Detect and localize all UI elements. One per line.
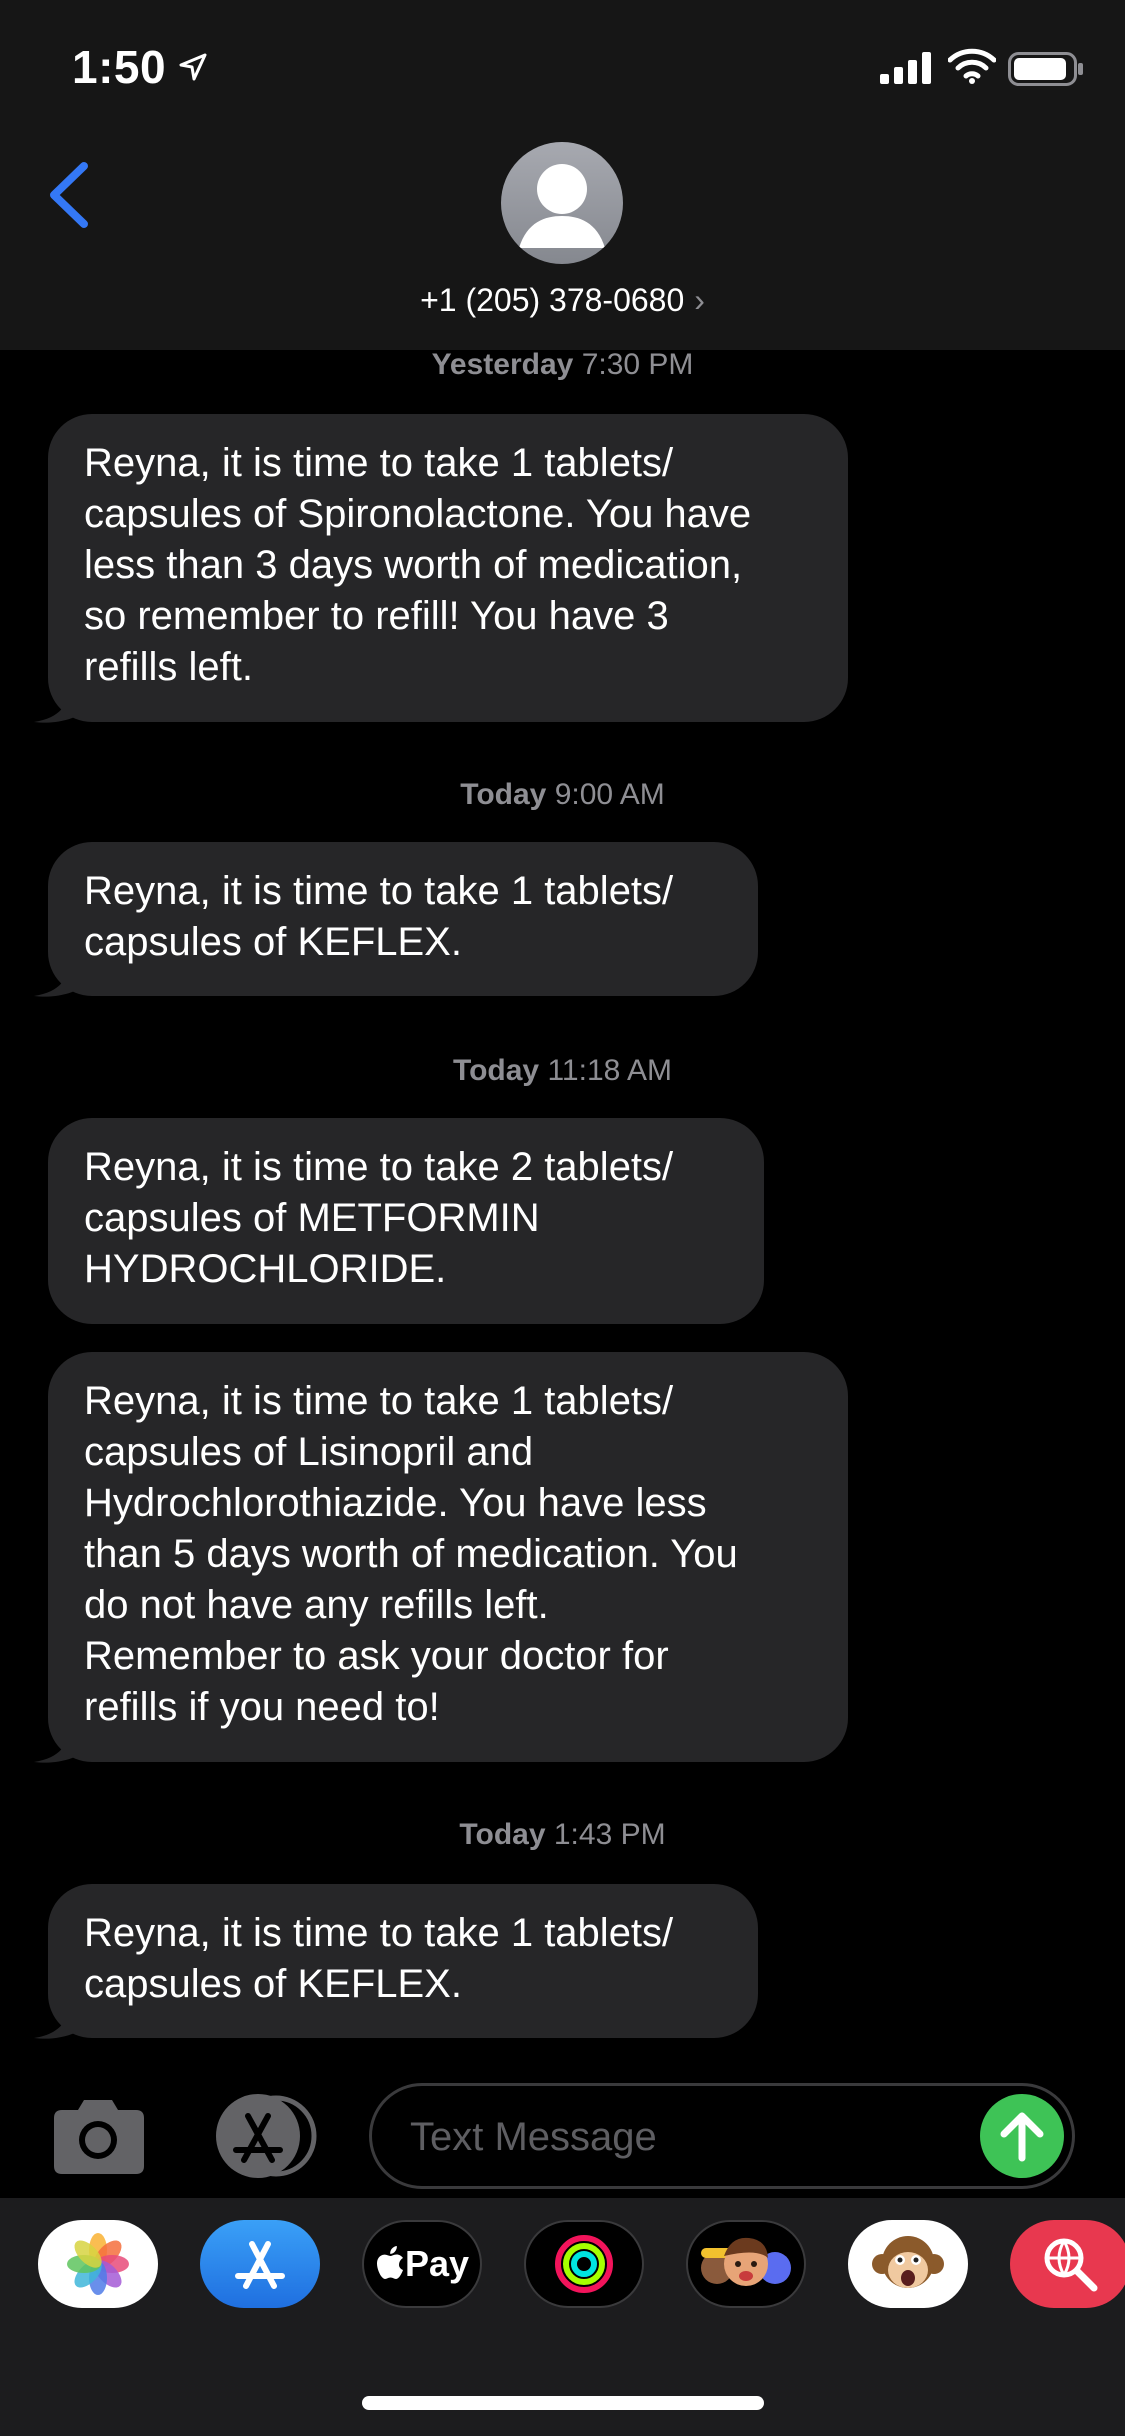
message-bubble[interactable]: Reyna, it is time to take 1 tablets/ cap… — [48, 1352, 848, 1762]
wifi-icon — [948, 48, 996, 84]
camera-icon[interactable] — [50, 2096, 146, 2176]
bubble-tail — [34, 684, 88, 723]
message-line: capsules of KEFLEX. — [84, 920, 462, 964]
message-line: capsules of KEFLEX. — [84, 1962, 462, 2006]
message-bubble[interactable]: Reyna, it is time to take 1 tablets/ cap… — [48, 414, 848, 722]
app-store-app-icon[interactable] — [200, 2220, 320, 2308]
message-bubble[interactable]: Reyna, it is time to take 1 tablets/ cap… — [48, 1884, 758, 2038]
message-line: Reyna, it is time to take 1 tablets/ — [84, 869, 674, 913]
timestamp: Yesterday 7:30 PM — [431, 348, 694, 381]
message-line: Reyna, it is time to take 1 tablets/ — [84, 441, 674, 485]
message-bubble[interactable]: Reyna, it is time to take 2 tablets/ cap… — [48, 1118, 764, 1324]
activity-app-icon[interactable] — [524, 2220, 644, 2308]
message-line: capsules of Lisinopril and — [84, 1430, 534, 1474]
arrow-up-icon — [1000, 2112, 1044, 2162]
contact-avatar[interactable] — [501, 142, 623, 264]
apple-pay-app-icon[interactable]: Pay — [362, 2220, 482, 2308]
globe-search-icon — [1044, 2238, 1098, 2292]
web-search-app-icon[interactable] — [1010, 2220, 1125, 2308]
message-line: capsules of METFORMIN — [84, 1196, 540, 1240]
message-bubble[interactable]: Reyna, it is time to take 1 tablets/ cap… — [48, 842, 758, 996]
contact-name-row[interactable]: +1 (205) 378-0680 › — [0, 282, 1125, 319]
message-line: Remember to ask your doctor for — [84, 1634, 669, 1678]
message-input-field[interactable] — [369, 2083, 1075, 2189]
home-indicator[interactable] — [362, 2396, 764, 2410]
animoji-app-icon[interactable] — [848, 2220, 968, 2308]
apple-pay-label: Pay — [404, 2243, 470, 2284]
bubble-tail — [34, 2000, 88, 2039]
message-line: Reyna, it is time to take 1 tablets/ — [84, 1911, 674, 1955]
apple-logo-icon — [376, 2246, 403, 2279]
photos-app-icon[interactable] — [38, 2220, 158, 2308]
location-arrow-icon — [179, 53, 207, 81]
message-line: HYDROCHLORIDE. — [84, 1247, 447, 1291]
status-time: 1:50 — [72, 41, 167, 93]
bubble-tail — [34, 958, 88, 997]
chevron-right-icon: › — [694, 282, 705, 318]
battery-icon — [1008, 52, 1083, 86]
contact-name: +1 (205) 378-0680 — [420, 282, 685, 318]
timestamp: Today 1:43 PM — [459, 1818, 666, 1851]
app-store-drawer-icon[interactable] — [210, 2094, 322, 2178]
message-line: do not have any refills left. — [84, 1583, 549, 1627]
message-line: Reyna, it is time to take 1 tablets/ — [84, 1379, 674, 1423]
message-line: refills left. — [84, 645, 253, 689]
message-line: Reyna, it is time to take 2 tablets/ — [84, 1145, 674, 1189]
bubble-tail — [34, 1724, 88, 1763]
message-line: than 5 days worth of medication. You — [84, 1532, 738, 1576]
cellular-signal-icon — [880, 52, 931, 84]
message-line: less than 3 days worth of medication, — [84, 543, 743, 587]
message-input[interactable] — [408, 2086, 972, 2188]
message-line: Hydrochlorothiazide. You have less — [84, 1481, 707, 1525]
timestamp: Today 9:00 AM — [460, 778, 665, 811]
message-line: capsules of Spironolactone. You have — [84, 492, 752, 536]
conversation-header: 1:50 +1 (205) 378-0680 › — [0, 0, 1125, 350]
message-line: refills if you need to! — [84, 1685, 440, 1729]
memoji-app-icon[interactable] — [686, 2220, 806, 2308]
back-chevron-icon[interactable] — [46, 160, 92, 230]
message-line: so remember to refill! You have 3 — [84, 594, 669, 638]
timestamp: Today 11:18 AM — [453, 1054, 672, 1087]
send-button[interactable] — [980, 2094, 1064, 2178]
person-silhouette-icon — [519, 164, 605, 248]
